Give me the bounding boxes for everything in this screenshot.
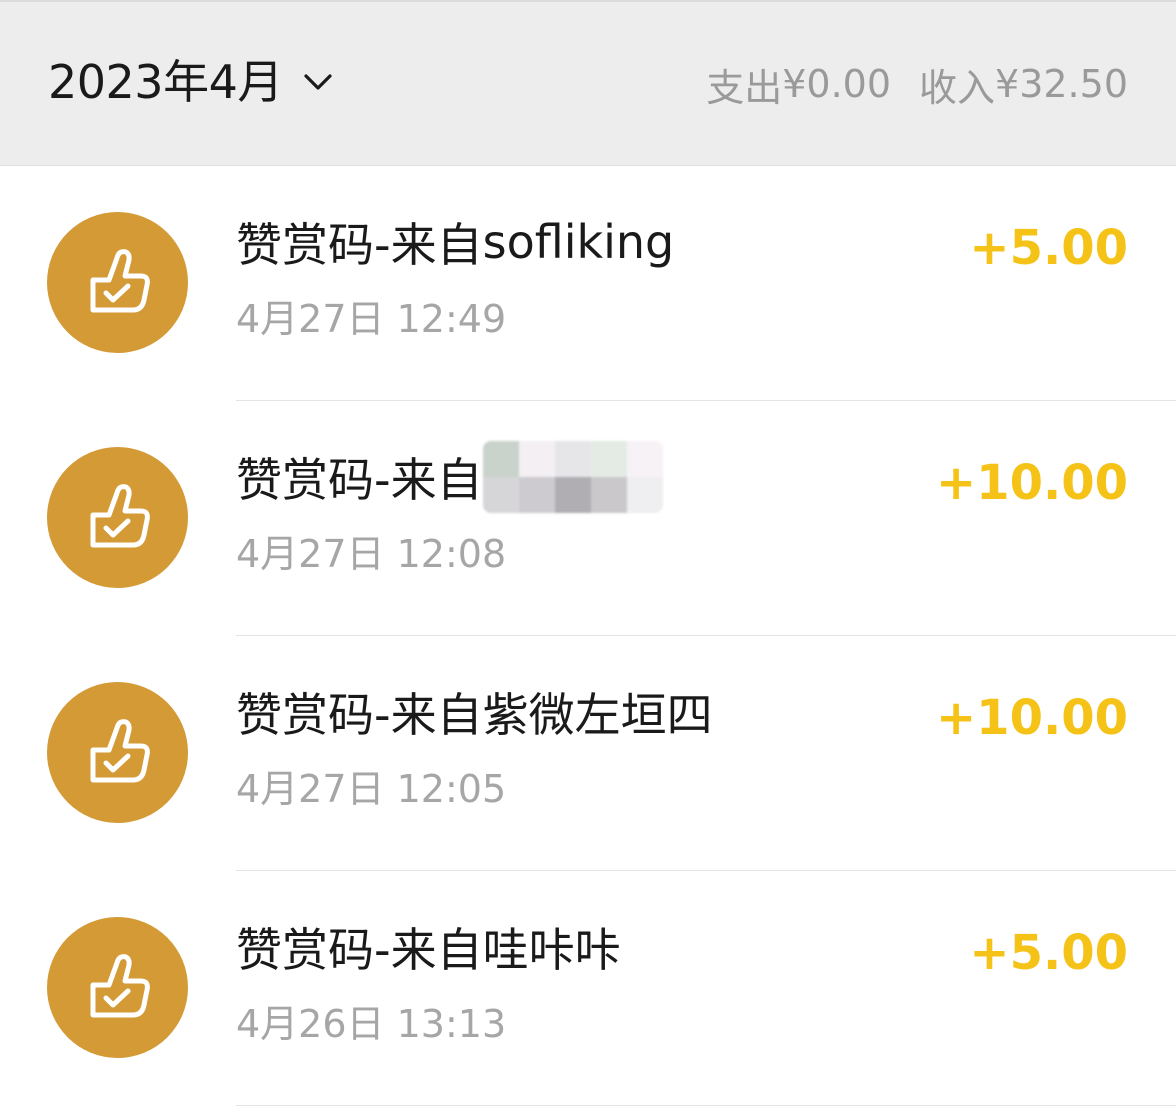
- transaction-title-prefix: 赞赏码-来自: [236, 923, 483, 977]
- thumbs-up-check-icon: [47, 917, 188, 1058]
- transaction-sender: 哇咔咔: [482, 923, 621, 977]
- transaction-list: 赞赏码-来自 sofliking 4月27日 12:49 +5.00 赞赏码-来自…: [0, 166, 1176, 1106]
- transaction-time: 4月26日 13:13: [236, 1002, 507, 1046]
- expense-label: 支出: [706, 65, 783, 110]
- month-label: 2023年4月: [48, 55, 283, 109]
- transaction-title-prefix: 赞赏码-来自: [236, 688, 483, 742]
- transaction-amount: +10.00: [935, 690, 1128, 746]
- transaction-amount: +10.00: [935, 455, 1128, 511]
- thumbs-up-check-icon: [47, 212, 188, 353]
- expense-value: ¥0.00: [782, 62, 892, 106]
- transaction-time: 4月27日 12:49: [236, 297, 507, 341]
- month-summary: 支出 ¥0.00 收入 ¥32.50: [706, 54, 1128, 114]
- month-selector[interactable]: 2023年4月: [48, 50, 335, 114]
- transaction-sender: 紫微左垣四: [482, 688, 713, 742]
- transaction-amount: +5.00: [969, 925, 1128, 981]
- transaction-row[interactable]: 赞赏码-来自 哇咔咔 4月26日 13:13 +5.00: [0, 871, 1176, 1106]
- transaction-row[interactable]: 赞赏码-来自 sofliking 4月27日 12:49 +5.00: [0, 166, 1176, 401]
- transaction-title-prefix: 赞赏码-来自: [236, 453, 483, 507]
- transaction-sender: sofliking: [482, 215, 675, 269]
- transaction-amount: +5.00: [969, 220, 1128, 276]
- income-label: 收入: [919, 65, 996, 110]
- chevron-down-icon: [301, 65, 335, 99]
- thumbs-up-check-icon: [47, 447, 188, 588]
- transaction-row[interactable]: 赞赏码-来自 4月27日 12:08 +10.00: [0, 401, 1176, 636]
- thumbs-up-check-icon: [47, 682, 188, 823]
- month-summary-header: 2023年4月 支出 ¥0.00 收入 ¥32.50: [0, 0, 1176, 166]
- income-value: ¥32.50: [995, 62, 1128, 106]
- transaction-title: 赞赏码-来自 哇咔咔: [236, 915, 621, 979]
- transaction-title: 赞赏码-来自: [236, 441, 663, 513]
- transaction-time: 4月27日 12:08: [236, 532, 507, 576]
- transaction-title: 赞赏码-来自 紫微左垣四: [236, 680, 713, 744]
- redacted-sender-mosaic: [482, 441, 663, 513]
- transaction-title: 赞赏码-来自 sofliking: [236, 210, 674, 274]
- transaction-row[interactable]: 赞赏码-来自 紫微左垣四 4月27日 12:05 +10.00: [0, 636, 1176, 871]
- row-divider: [236, 1105, 1176, 1106]
- transaction-time: 4月27日 12:05: [236, 767, 507, 811]
- transaction-title-prefix: 赞赏码-来自: [236, 218, 483, 272]
